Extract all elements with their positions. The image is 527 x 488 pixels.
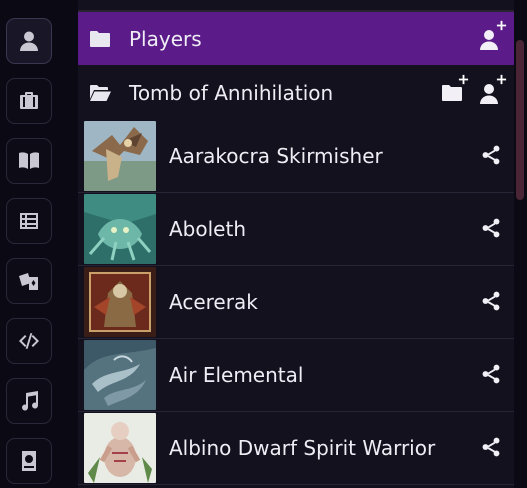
plus-icon xyxy=(458,74,468,85)
share-nodes-icon xyxy=(482,145,500,165)
actor-name: Air Elemental xyxy=(169,363,304,387)
sidebar-tabs xyxy=(0,0,58,488)
share-nodes-icon xyxy=(482,437,500,457)
actor-thumbnail xyxy=(84,194,156,264)
atlas-icon xyxy=(22,451,36,471)
scrollbar[interactable] xyxy=(514,0,527,488)
music-icon xyxy=(22,391,39,411)
book-open-icon xyxy=(19,152,39,169)
share-nodes-icon xyxy=(482,364,500,384)
tab-actors[interactable] xyxy=(6,18,52,64)
share-button[interactable] xyxy=(480,217,504,241)
share-button[interactable] xyxy=(480,436,504,460)
share-button[interactable] xyxy=(480,290,504,314)
actor-thumbnail xyxy=(84,413,156,483)
share-button[interactable] xyxy=(480,363,504,387)
tab-journal[interactable] xyxy=(6,138,52,184)
plus-icon xyxy=(496,20,506,31)
folder-tomb-of-annihilation[interactable]: Tomb of Annihilation xyxy=(78,65,514,120)
briefcase-icon xyxy=(20,92,38,109)
actor-name: Acererak xyxy=(169,290,258,314)
list-item[interactable]: Air Elemental xyxy=(78,339,514,412)
tab-items[interactable] xyxy=(6,78,52,124)
list-item[interactable]: Acererak xyxy=(78,266,514,339)
create-actor-button[interactable] xyxy=(476,18,508,53)
scrollbar-thumb[interactable] xyxy=(516,40,524,200)
list-table-icon xyxy=(20,213,38,229)
actor-name: Aarakocra Skirmisher xyxy=(169,144,383,168)
code-icon xyxy=(19,333,39,349)
list-item[interactable]: Albino Dwarf Spirit Warrior xyxy=(78,412,514,485)
share-button[interactable] xyxy=(480,144,504,168)
actor-name: Albino Dwarf Spirit Warrior xyxy=(169,436,436,460)
create-actor-button[interactable] xyxy=(476,72,508,107)
share-nodes-icon xyxy=(482,218,500,238)
folder-icon xyxy=(90,30,110,47)
actor-thumbnail xyxy=(84,267,156,337)
actors-directory: Players Tomb of Annihilation Aarakocra S… xyxy=(78,0,514,488)
plus-icon xyxy=(496,74,506,85)
user-icon xyxy=(20,31,38,51)
folder-label: Players xyxy=(129,26,202,51)
folder-players[interactable]: Players xyxy=(78,10,514,65)
actor-list: Aarakocra Skirmisher Aboleth Acererak Ai… xyxy=(78,120,514,485)
cards-icon xyxy=(19,273,38,290)
actor-thumbnail xyxy=(84,121,156,191)
create-folder-button[interactable] xyxy=(438,72,470,107)
tab-compendium[interactable] xyxy=(6,438,52,484)
actor-thumbnail xyxy=(84,340,156,410)
tab-macros[interactable] xyxy=(6,318,52,364)
share-nodes-icon xyxy=(482,291,500,311)
folder-open-icon xyxy=(90,84,111,101)
app-window: Players Tomb of Annihilation Aarakocra S… xyxy=(0,0,527,488)
tab-playlists[interactable] xyxy=(6,378,52,424)
list-item[interactable]: Aboleth xyxy=(78,193,514,266)
folder-label: Tomb of Annihilation xyxy=(129,80,334,105)
list-item[interactable]: Aarakocra Skirmisher xyxy=(78,120,514,193)
tab-cards[interactable] xyxy=(6,258,52,304)
tab-tables[interactable] xyxy=(6,198,52,244)
actor-name: Aboleth xyxy=(169,217,246,241)
